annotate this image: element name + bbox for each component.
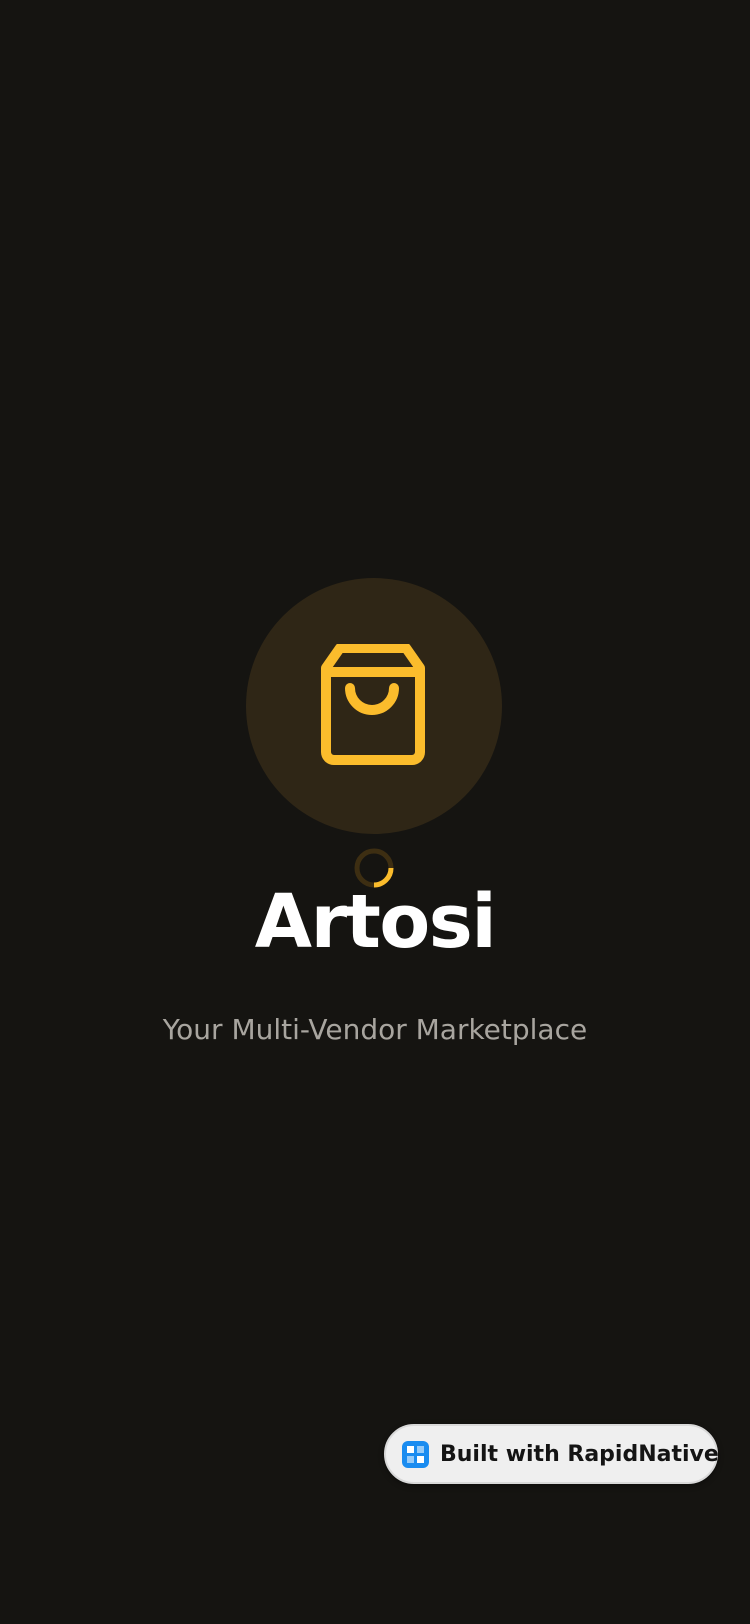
app-logo [246,578,502,834]
app-title: Artosi [254,879,497,965]
shopping-bag-icon [321,644,425,765]
rapidnative-logo-icon [402,1440,429,1468]
app-tagline: Your Multi-Vendor Marketplace [162,1013,588,1046]
badge-label: Built with RapidNative [440,1441,719,1467]
built-with-rapidnative-badge[interactable]: Built with RapidNative [384,1424,719,1484]
